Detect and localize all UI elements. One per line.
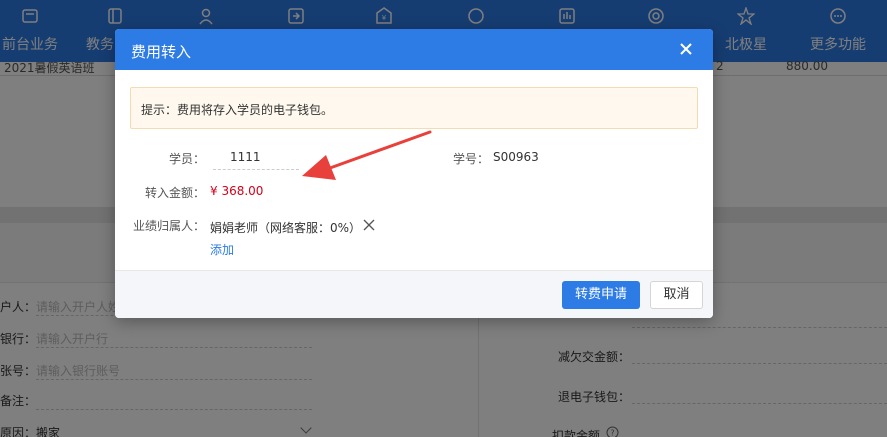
performance-tag: 娟娟老师（网络客服：0%）	[210, 221, 362, 235]
student-label: 学员：	[168, 152, 205, 166]
remove-tag-icon[interactable]	[362, 218, 376, 232]
tip-box: 提示：费用将存入学员的电子钱包。	[130, 87, 698, 129]
add-performance-link[interactable]: 添加	[210, 241, 234, 258]
dialog-footer: 转费申请 取消	[115, 270, 713, 318]
amount-label: 转入金额：	[144, 186, 205, 200]
tip-text: 提示：费用将存入学员的电子钱包。	[141, 103, 334, 117]
cancel-button[interactable]: 取消	[650, 281, 703, 309]
performance-label: 业绩归属人：	[132, 219, 205, 233]
student-value: 1111	[230, 150, 261, 164]
amount-value: ¥ 368.00	[210, 184, 264, 198]
dialog-header: 费用转入	[115, 29, 713, 70]
close-icon[interactable]	[677, 40, 695, 58]
transfer-in-dialog: 费用转入 提示：费用将存入学员的电子钱包。 学员： 1111 学号： S0096…	[115, 29, 713, 318]
dialog-title: 费用转入	[131, 43, 192, 61]
transfer-request-button[interactable]: 转费申请	[562, 281, 640, 309]
student-no-value: S00963	[493, 150, 539, 164]
student-no-label: 学号：	[452, 152, 489, 166]
